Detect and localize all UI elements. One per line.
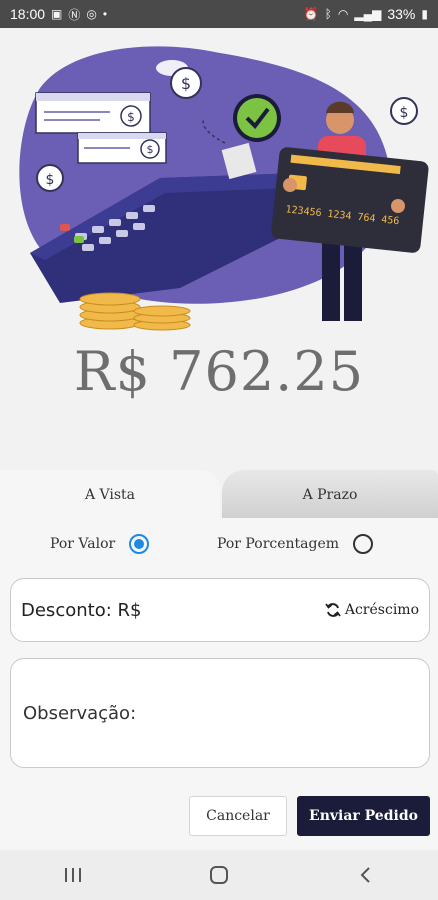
radio-por-valor-input[interactable] — [129, 534, 150, 554]
desconto-label: Desconto: R$ — [21, 599, 142, 621]
navigation-bar — [0, 850, 438, 900]
tab-a-vista[interactable]: A Vista — [0, 470, 220, 520]
back-icon[interactable] — [335, 855, 395, 895]
acrescimo-label: Acréscimo — [344, 602, 419, 618]
radio-por-porcentagem-input[interactable] — [353, 534, 374, 554]
bluetooth-icon: ᛒ — [324, 7, 332, 21]
n-notification-icon: Ⓝ — [68, 7, 81, 22]
svg-text:$: $ — [46, 172, 55, 188]
battery-text: 33% — [387, 6, 416, 22]
radio-por-porcentagem[interactable]: Por Porcentagem — [217, 530, 374, 558]
wifi-icon: ◠ — [337, 7, 349, 21]
battery-icon: ▮ — [421, 7, 428, 21]
send-order-button[interactable]: Enviar Pedido — [297, 796, 430, 836]
dollar-coin-icon: $ — [390, 97, 418, 125]
check-icon — [233, 94, 281, 142]
radio-por-porcentagem-label: Por Porcentagem — [217, 536, 340, 552]
recents-icon[interactable] — [43, 855, 103, 895]
signal-icon: ▂▄▆ — [354, 7, 382, 21]
svg-text:$: $ — [181, 74, 191, 93]
refresh-icon — [325, 603, 341, 617]
home-icon[interactable] — [189, 855, 249, 895]
total-amount: R$ 762.25 — [73, 340, 365, 403]
gallery-icon: ▣ — [51, 7, 63, 21]
payment-terminal-illustration: $ $ $ $ $ 123456 1234 764 456 — [0, 28, 438, 338]
dollar-coin-icon: $ — [36, 164, 64, 192]
status-bar: 18:00 ▣ Ⓝ ◎ • ⏰ ᛒ ◠ ▂▄▆ 33% ▮ — [0, 0, 438, 28]
cancel-button[interactable]: Cancelar — [189, 796, 287, 836]
tab-a-prazo[interactable]: A Prazo — [222, 470, 438, 520]
acrescimo-toggle[interactable]: Acréscimo — [325, 602, 419, 618]
observacao-label: Observação: — [23, 702, 137, 724]
status-time: 18:00 — [10, 6, 46, 22]
radio-por-valor-label: Por Valor — [50, 536, 116, 552]
whatsapp-icon: ◎ — [86, 7, 97, 21]
svg-text:$: $ — [147, 143, 154, 156]
radio-por-valor[interactable]: Por Valor — [50, 530, 150, 558]
observacao-field[interactable]: Observação: — [10, 658, 430, 768]
svg-text:$: $ — [400, 105, 409, 121]
desconto-field[interactable]: Desconto: R$ Acréscimo — [10, 578, 430, 642]
alarm-icon: ⏰ — [303, 7, 319, 21]
svg-text:$: $ — [127, 110, 135, 124]
payment-tabs: A Vista A Prazo — [0, 470, 438, 520]
dot-icon: • — [102, 7, 108, 21]
